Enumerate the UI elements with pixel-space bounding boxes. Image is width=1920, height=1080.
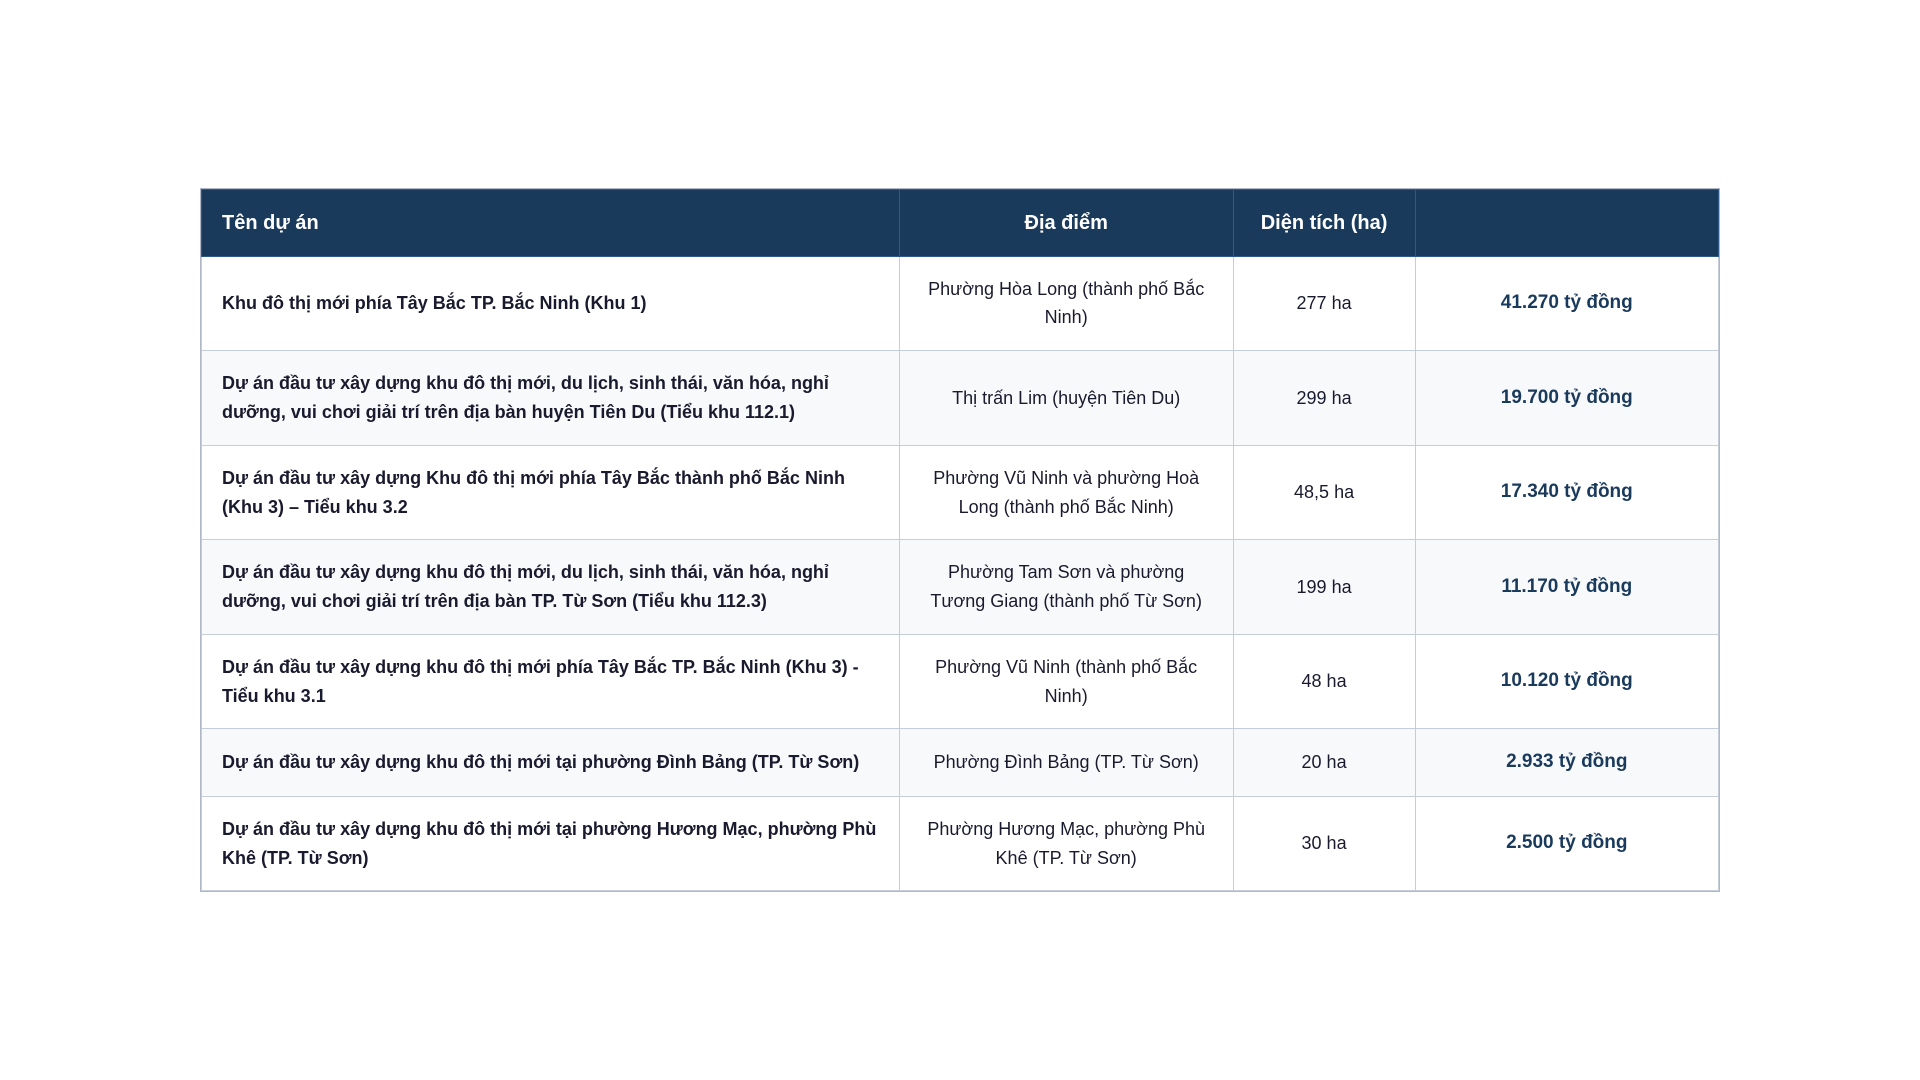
cell-investment: 11.170 tỷ đồng — [1415, 540, 1718, 635]
cell-project-name: Dự án đầu tư xây dựng khu đô thị mới, du… — [202, 351, 900, 446]
table-row: Dự án đầu tư xây dựng khu đô thị mới, du… — [202, 351, 1719, 446]
cell-project-name: Dự án đầu tư xây dựng khu đô thị mới tại… — [202, 729, 900, 796]
cell-location: Phường Hòa Long (thành phố Bắc Ninh) — [899, 256, 1233, 351]
cell-project-name: Dự án đầu tư xây dựng khu đô thị mới tại… — [202, 796, 900, 891]
cell-location: Phường Vũ Ninh và phường Hoà Long (thành… — [899, 445, 1233, 540]
cell-location: Thị trấn Lim (huyện Tiên Du) — [899, 351, 1233, 446]
cell-investment: 10.120 tỷ đồng — [1415, 634, 1718, 729]
cell-area: 199 ha — [1233, 540, 1415, 635]
table-body: Khu đô thị mới phía Tây Bắc TP. Bắc Ninh… — [202, 256, 1719, 891]
table-row: Dự án đầu tư xây dựng khu đô thị mới, du… — [202, 540, 1719, 635]
cell-area: 48,5 ha — [1233, 445, 1415, 540]
cell-investment: 2.933 tỷ đồng — [1415, 729, 1718, 796]
cell-project-name: Dự án đầu tư xây dựng Khu đô thị mới phí… — [202, 445, 900, 540]
cell-location: Phường Tam Sơn và phường Tương Giang (th… — [899, 540, 1233, 635]
investment-table: Tên dự án Địa điểm Diện tích (ha) Tổng v… — [201, 189, 1719, 892]
header-location: Địa điểm — [899, 189, 1233, 256]
table-row: Dự án đầu tư xây dựng Khu đô thị mới phí… — [202, 445, 1719, 540]
header-name: Tên dự án — [202, 189, 900, 256]
table-row: Khu đô thị mới phía Tây Bắc TP. Bắc Ninh… — [202, 256, 1719, 351]
table-row: Dự án đầu tư xây dựng khu đô thị mới tại… — [202, 729, 1719, 796]
cell-project-name: Dự án đầu tư xây dựng khu đô thị mới, du… — [202, 540, 900, 635]
cell-investment: 41.270 tỷ đồng — [1415, 256, 1718, 351]
table-row: Dự án đầu tư xây dựng khu đô thị mới tại… — [202, 796, 1719, 891]
cell-investment: 2.500 tỷ đồng — [1415, 796, 1718, 891]
header-investment: Tổng vốn đầu tư (tỷ đồng) — [1415, 189, 1718, 256]
cell-investment: 19.700 tỷ đồng — [1415, 351, 1718, 446]
table-header-row: Tên dự án Địa điểm Diện tích (ha) Tổng v… — [202, 189, 1719, 256]
cell-location: Phường Vũ Ninh (thành phố Bắc Ninh) — [899, 634, 1233, 729]
table-row: Dự án đầu tư xây dựng khu đô thị mới phí… — [202, 634, 1719, 729]
cell-location: Phường Đình Bảng (TP. Từ Sơn) — [899, 729, 1233, 796]
header-area: Diện tích (ha) — [1233, 189, 1415, 256]
cell-location: Phường Hương Mạc, phường Phù Khê (TP. Từ… — [899, 796, 1233, 891]
cell-area: 48 ha — [1233, 634, 1415, 729]
cell-investment: 17.340 tỷ đồng — [1415, 445, 1718, 540]
cell-area: 299 ha — [1233, 351, 1415, 446]
cell-area: 277 ha — [1233, 256, 1415, 351]
cell-project-name: Khu đô thị mới phía Tây Bắc TP. Bắc Ninh… — [202, 256, 900, 351]
main-table-container: Tên dự án Địa điểm Diện tích (ha) Tổng v… — [200, 188, 1720, 893]
cell-project-name: Dự án đầu tư xây dựng khu đô thị mới phí… — [202, 634, 900, 729]
cell-area: 30 ha — [1233, 796, 1415, 891]
cell-area: 20 ha — [1233, 729, 1415, 796]
